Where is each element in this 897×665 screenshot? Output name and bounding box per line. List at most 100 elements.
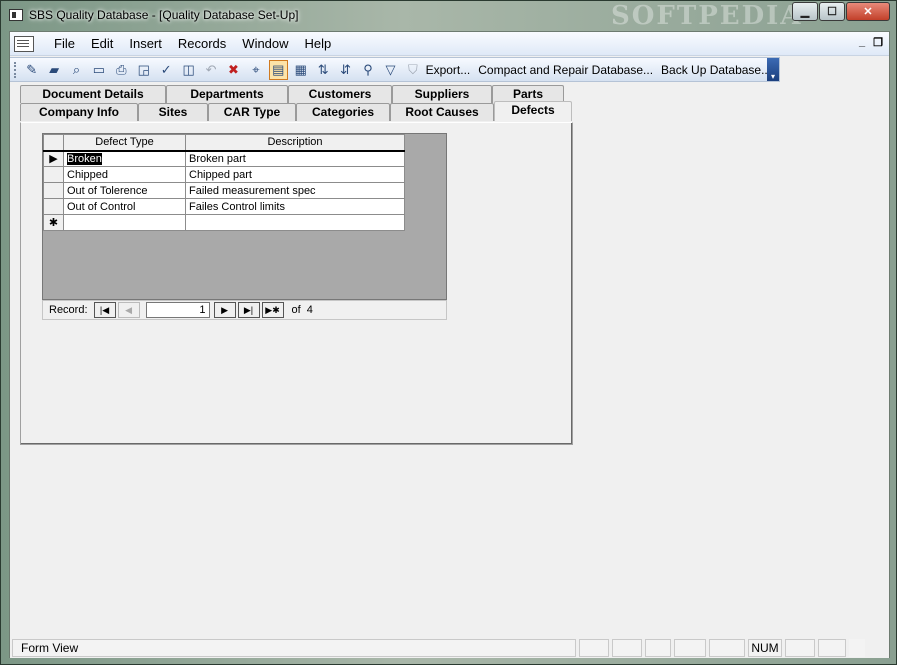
sort-ascending-icon[interactable]: ⇅ [313,60,332,80]
tab-defects[interactable]: Defects [494,101,572,121]
export-button[interactable]: Export... [426,63,471,77]
description-cell[interactable]: Failed measurement spec [185,182,405,199]
defects-table: Defect Type Description ▶ Broken Broken … [43,134,405,231]
record-total: 4 [306,304,313,316]
menu-records[interactable]: Records [170,36,234,51]
tab-root-causes[interactable]: Root Causes [390,103,494,121]
backup-database-button[interactable]: Back Up Database... [661,63,771,77]
delete-icon[interactable]: ✖ [224,60,243,80]
mdi-restore-button[interactable]: ❐ [873,36,883,49]
spelling-icon[interactable]: ✓ [156,60,175,80]
apply-filter-icon[interactable]: ⛉ [403,60,422,80]
toolbar-grip[interactable] [14,61,18,78]
caption-buttons: ▁ ☐ ✕ [791,2,890,21]
defect-type-cell[interactable]: Out of Control [63,198,186,215]
menu-file[interactable]: File [46,36,83,51]
close-button[interactable]: ✕ [846,2,890,21]
document-icon[interactable] [14,35,34,52]
record-selector[interactable] [43,166,64,183]
tab-customers[interactable]: Customers [288,85,392,103]
defects-datasheet: Defect Type Description ▶ Broken Broken … [42,133,447,300]
first-record-button[interactable]: |◀ [93,302,116,318]
find-icon[interactable]: ⌖ [246,60,265,80]
description-cell[interactable]: Chipped part [185,166,405,183]
description-cell[interactable]: Broken part [185,150,405,167]
menu-bar: File Edit Insert Records Window Help _ ❐ [10,32,889,56]
new-record-indicator[interactable]: ✱ [43,214,64,231]
paste-icon[interactable]: ◫ [179,60,198,80]
table-header-row: Defect Type Description [43,134,405,152]
table-row[interactable]: Out of Control Failes Control limits [43,198,405,215]
form-view-icon[interactable]: ▤ [268,59,289,80]
title-bar[interactable]: SBS Quality Database - [Quality Database… [1,1,896,31]
menu-window[interactable]: Window [234,36,296,51]
defect-type-cell[interactable]: Chipped [63,166,186,183]
column-header-defect-type[interactable]: Defect Type [63,134,186,152]
last-record-button[interactable]: ▶| [237,302,260,318]
status-cell-7 [785,639,815,657]
compact-repair-button[interactable]: Compact and Repair Database... [478,63,653,77]
menu-help[interactable]: Help [297,36,340,51]
mdi-controls: _ ❐ [859,36,883,49]
next-record-button[interactable]: ▶ [213,302,236,318]
status-cell-3 [645,639,671,657]
toolbar: ✎ ▰ ⌕ ▭ ⎙ ◲ ✓ ◫ ↶ ✖ ⌖ ▤ ▦ ⇅ ⇵ ⚲ ▽ ⛉ Expo… [10,57,780,82]
tab-departments[interactable]: Departments [166,85,288,103]
menu-insert[interactable]: Insert [121,36,170,51]
status-num-lock: NUM [748,639,782,657]
design-view-icon[interactable]: ✎ [22,60,41,80]
resize-grip[interactable] [849,639,865,657]
defect-type-cell[interactable]: Out of Tolerence [63,182,186,199]
app-icon[interactable] [9,9,23,21]
filter-form-icon[interactable]: ▽ [381,60,400,80]
table-row[interactable]: ▶ Broken Broken part [43,150,405,167]
defect-type-value: Broken [67,152,102,165]
mdi-minimize-button[interactable]: _ [859,36,865,49]
tab-company-info[interactable]: Company Info [20,103,138,121]
record-selector[interactable] [43,198,64,215]
minimize-button[interactable]: ▁ [792,2,818,21]
table-row[interactable]: Out of Tolerence Failed measurement spec [43,182,405,199]
datasheet-view-icon[interactable]: ▦ [291,60,310,80]
select-all-cell[interactable] [43,134,64,152]
previous-record-button[interactable]: ◀ [117,302,140,318]
menu-edit[interactable]: Edit [83,36,121,51]
print-preview-icon[interactable]: ◲ [134,60,153,80]
record-number-input[interactable]: 1 [145,302,210,318]
new-record-row[interactable]: ✱ [43,214,405,231]
app-window: SBS Quality Database - [Quality Database… [0,0,897,665]
watermark: SOFTPEDIA [611,1,803,31]
status-cell-1 [579,639,609,657]
tab-sites[interactable]: Sites [138,103,208,121]
status-cell-2 [612,639,642,657]
defect-type-cell[interactable]: Broken [63,150,186,167]
toolbar-options-button[interactable]: ▾ [767,58,779,81]
status-bar: Form View NUM [10,638,889,658]
undo-icon[interactable]: ↶ [201,60,220,80]
description-cell[interactable]: Failes Control limits [185,198,405,215]
current-record-indicator[interactable]: ▶ [43,150,64,167]
new-record-button[interactable]: ▶✱ [261,302,284,318]
sort-descending-icon[interactable]: ⇵ [336,60,355,80]
table-row[interactable]: Chipped Chipped part [43,166,405,183]
column-header-description[interactable]: Description [185,134,405,152]
print-icon[interactable]: ⎙ [112,60,131,80]
window-title: SBS Quality Database - [Quality Database… [29,8,299,22]
open-folder-icon[interactable]: ▰ [44,60,63,80]
new-defect-type-cell[interactable] [63,214,186,231]
tab-document-details[interactable]: Document Details [20,85,166,103]
record-navigator: Record: |◀ ◀ 1 ▶ ▶| ▶✱ of 4 [42,300,447,320]
record-selector[interactable] [43,182,64,199]
filter-selection-icon[interactable]: ⚲ [358,60,377,80]
record-label: Record: [49,304,88,316]
of-label: of [291,304,301,316]
new-description-cell[interactable] [185,214,405,231]
tab-car-type[interactable]: CAR Type [208,103,296,121]
book-icon[interactable]: ▭ [89,60,108,80]
tab-suppliers[interactable]: Suppliers [392,85,492,103]
status-cell-5 [709,639,745,657]
status-cell-8 [818,639,846,657]
maximize-button[interactable]: ☐ [819,2,845,21]
tab-categories[interactable]: Categories [296,103,390,121]
search-icon[interactable]: ⌕ [67,60,86,80]
